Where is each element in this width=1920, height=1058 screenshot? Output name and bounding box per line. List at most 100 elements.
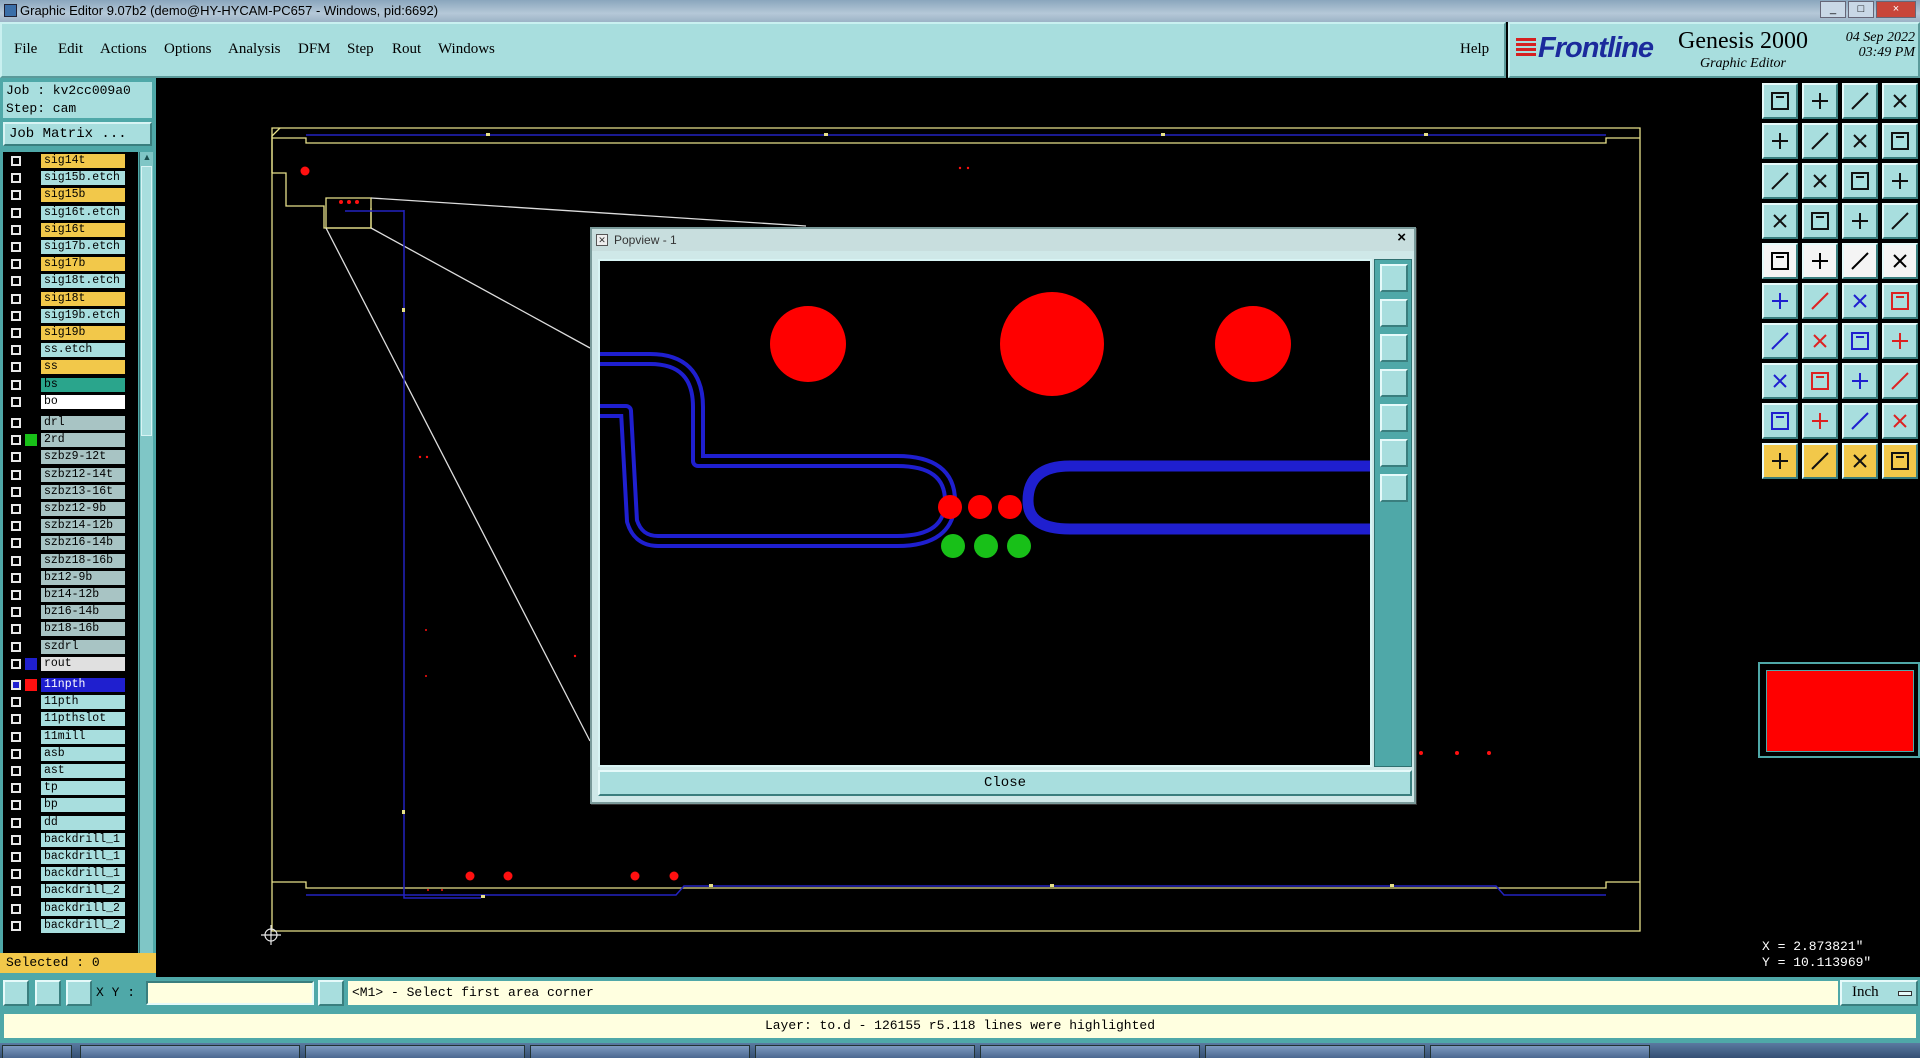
layer-name[interactable]: sig19b.etch [41,308,125,323]
pan-icon[interactable] [1842,123,1878,159]
layer-checkbox[interactable] [11,658,21,669]
layer-name[interactable]: szbz16-14b [41,536,125,551]
pad-icon[interactable] [1762,243,1798,279]
layer-name[interactable]: ss.etch [41,343,125,358]
layer-checkbox[interactable] [11,276,21,287]
arch-b-icon[interactable] [1882,403,1918,439]
menu-file[interactable]: File [14,41,37,58]
zoom-next-icon[interactable] [1802,123,1838,159]
layer-name[interactable]: sig17b.etch [41,240,125,254]
layer-checkbox[interactable] [11,521,21,532]
popview-pan-right-icon[interactable] [1380,404,1408,432]
layer-checkbox[interactable] [11,224,21,235]
popview-zoom-home-icon[interactable] [1380,264,1408,292]
layer-name[interactable]: 11mill [41,729,125,744]
layer-checkbox[interactable] [11,538,21,549]
layer-checkbox[interactable] [11,452,21,463]
layer-row[interactable]: szbz9-12t [3,450,138,465]
circle-icon[interactable] [1882,243,1918,279]
layer-row[interactable]: backdrill_1 [3,850,138,864]
layer-scrollbar[interactable]: ▲ ▼ [139,152,153,972]
layer-name[interactable]: sig16t.etch [41,205,125,220]
arc-icon[interactable] [1842,323,1878,359]
pointer-icon[interactable] [1762,443,1798,479]
layer-row[interactable]: backdrill_2 [3,918,138,933]
taskbar-item-7[interactable] [1430,1045,1650,1058]
triangle-icon[interactable] [1762,403,1798,439]
popview-title-bar[interactable]: ✕ Popview - 1 [592,229,1414,251]
arch-a-icon[interactable] [1842,403,1878,439]
layer-name[interactable]: szbz12-9b [41,502,125,516]
layer-name[interactable]: sig14t [41,154,125,168]
layer-row[interactable]: asb [3,746,138,761]
layer-checkbox[interactable] [11,435,21,446]
layer-row[interactable]: sig17b [3,257,138,272]
layer-name[interactable]: bz16-14b [41,605,125,620]
layer-name[interactable]: szbz14-12b [41,519,125,534]
layer-checkbox[interactable] [11,641,21,652]
layer-name[interactable]: bz12-9b [41,570,125,585]
layer-checkbox[interactable] [11,156,21,166]
layer-row[interactable]: ss.etch [3,343,138,358]
layer-checkbox[interactable] [11,173,21,184]
menu-dfm[interactable]: DFM [298,41,331,58]
layer-checkbox[interactable] [11,190,21,201]
layer-row[interactable]: sig15b.etch [3,171,138,186]
layer-row[interactable]: bs [3,377,138,392]
taskbar-start[interactable] [2,1045,72,1058]
layer-name[interactable]: sig18t.etch [41,274,125,289]
layer-row[interactable]: sig19b [3,326,138,340]
popview-zoom-out-icon[interactable] [1380,334,1408,362]
layer-checkbox[interactable] [11,310,21,321]
layer-name[interactable]: sig17b [41,257,125,272]
layer-row[interactable]: 11npth [3,678,138,692]
layer-checkbox[interactable] [11,886,21,897]
minimize-button[interactable]: _ [1820,1,1846,18]
layer-checkbox[interactable] [11,800,21,811]
layer-name[interactable]: 11pthslot [41,712,125,727]
layer-name[interactable]: bz18-16b [41,622,125,637]
popview-zoom-in-icon[interactable] [1380,299,1408,327]
layer-row[interactable]: 2rd [3,433,138,448]
move-node-icon[interactable] [1882,283,1918,319]
layer-row[interactable]: sig18t [3,291,138,306]
layer-name[interactable]: backdrill_2 [41,901,125,916]
menu-analysis[interactable]: Analysis [228,41,281,58]
layer-row[interactable]: szbz12-9b [3,502,138,516]
layer-row[interactable]: sig15b [3,188,138,203]
info-icon[interactable] [318,980,344,1006]
popview-zoom-view[interactable] [598,259,1376,767]
layer-checkbox[interactable] [11,345,21,356]
layer-row[interactable]: szbz18-16b [3,553,138,568]
layer-row[interactable]: szbz16-14b [3,536,138,551]
layer-name[interactable]: szbz9-12t [41,450,125,465]
letter-a-icon[interactable] [1802,403,1838,439]
layer-work-indicator[interactable] [25,434,37,447]
layer-name[interactable]: dd [41,815,125,830]
taskbar-item-2[interactable] [305,1045,525,1058]
line-icon[interactable] [1802,243,1838,279]
units-selector[interactable]: Inch [1840,980,1918,1006]
layer-name[interactable]: backdrill_2 [41,918,125,933]
layer-name[interactable]: bp [41,798,125,813]
snap-mode-icon[interactable] [3,980,29,1006]
layer-name[interactable]: szbz18-16b [41,553,125,568]
open-job-icon[interactable] [1762,83,1798,119]
layer-row[interactable]: sig17b.etch [3,240,138,254]
cross-icon[interactable] [1802,283,1838,319]
layer-name[interactable]: szbz12-14t [41,467,125,482]
layer-name[interactable]: sig15b [41,188,125,203]
layer-checkbox[interactable] [11,590,21,600]
layer-checkbox[interactable] [11,207,21,218]
layer-checkbox[interactable] [11,259,21,270]
menu-actions[interactable]: Actions [100,41,147,58]
layer-name[interactable]: bz14-12b [41,588,125,602]
maximize-button[interactable]: □ [1848,1,1874,18]
layer-name[interactable]: backdrill_2 [41,884,125,899]
job-matrix-button[interactable]: Job Matrix ... [3,122,152,146]
zoom-fit-icon[interactable] [1802,163,1838,199]
layer-checkbox[interactable] [11,379,21,390]
layer-work-indicator[interactable] [25,657,37,670]
popview-pan-left-icon[interactable] [1380,369,1408,397]
layer-row[interactable]: backdrill_2 [3,901,138,916]
